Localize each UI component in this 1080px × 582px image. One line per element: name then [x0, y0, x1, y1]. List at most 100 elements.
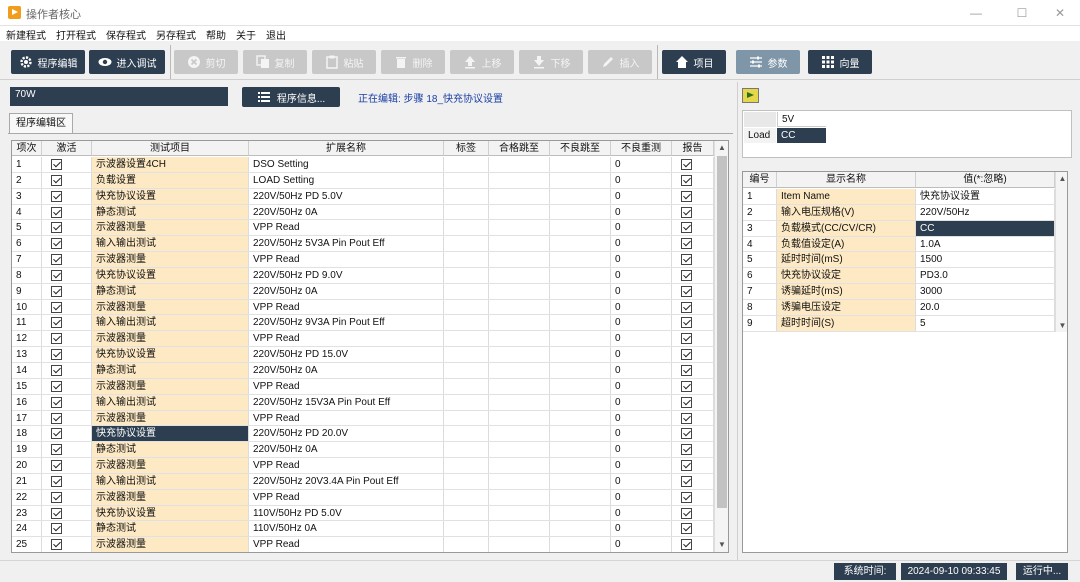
cell-no[interactable]: 2: [12, 172, 42, 188]
cell-empty[interactable]: [444, 331, 489, 347]
checkbox-checked-icon[interactable]: [51, 491, 62, 503]
column-header[interactable]: 编号: [743, 172, 777, 188]
cell-empty[interactable]: [550, 188, 611, 204]
cell-retest[interactable]: 0: [611, 283, 672, 299]
checkbox-checked-icon[interactable]: [681, 206, 692, 218]
cell-empty[interactable]: [550, 252, 611, 267]
active-checkbox-cell[interactable]: [42, 489, 92, 505]
cell-empty[interactable]: [444, 172, 489, 188]
checkbox-checked-icon[interactable]: [51, 364, 62, 376]
report-checkbox-cell[interactable]: [672, 267, 714, 283]
column-header[interactable]: 合格跳至: [489, 141, 550, 156]
cell-retest[interactable]: 0: [611, 537, 672, 552]
run-flag-icon[interactable]: [742, 88, 759, 103]
insert-button[interactable]: 插入: [588, 50, 652, 74]
cell-no[interactable]: 6: [12, 236, 42, 252]
report-checkbox-cell[interactable]: [672, 442, 714, 458]
cell-empty[interactable]: [444, 283, 489, 299]
table-row[interactable]: 13 快充协议设置 220V/50Hz PD 15.0V 0: [12, 347, 714, 363]
parameter-row[interactable]: 6 快充协议设定 PD3.0: [743, 268, 1055, 285]
report-checkbox-cell[interactable]: [672, 172, 714, 188]
cell-empty[interactable]: [444, 267, 489, 283]
cell-empty[interactable]: [550, 283, 611, 299]
checkbox-checked-icon[interactable]: [51, 475, 62, 487]
parameter-row[interactable]: 1 Item Name 快充协议设置: [743, 189, 1055, 205]
active-checkbox-cell[interactable]: [42, 267, 92, 283]
cell-empty[interactable]: [489, 537, 550, 552]
report-checkbox-cell[interactable]: [672, 410, 714, 426]
active-checkbox-cell[interactable]: [42, 442, 92, 458]
program-info-button[interactable]: 程序信息...: [242, 87, 340, 107]
table-row[interactable]: 25 示波器测量 VPP Read 0: [12, 537, 714, 552]
vector-button[interactable]: 向量: [808, 50, 872, 74]
table-row[interactable]: 16 输入输出测试 220V/50Hz 15V3A Pin Pout Eff 0: [12, 394, 714, 411]
table-row[interactable]: 20 示波器测量 VPP Read 0: [12, 458, 714, 474]
copy-button[interactable]: 复制: [243, 50, 307, 74]
cell-retest[interactable]: 0: [611, 505, 672, 521]
cell-empty[interactable]: [489, 220, 550, 236]
cell-empty[interactable]: [444, 236, 489, 252]
cell-ext[interactable]: 220V/50Hz 0A: [249, 283, 444, 299]
cell-item[interactable]: 输入输出测试: [92, 236, 249, 252]
cell-ext[interactable]: DSO Setting: [249, 157, 444, 172]
checkbox-checked-icon[interactable]: [681, 269, 692, 281]
cell-ext[interactable]: 110V/50Hz 0A: [249, 521, 444, 537]
cell-ext[interactable]: 220V/50Hz 5V3A Pin Pout Eff: [249, 236, 444, 252]
cell-empty[interactable]: [550, 537, 611, 552]
cell-ext[interactable]: VPP Read: [249, 252, 444, 267]
param-value[interactable]: 220V/50Hz: [916, 204, 1055, 220]
cell-no[interactable]: 17: [12, 410, 42, 426]
cell-empty[interactable]: [489, 505, 550, 521]
active-checkbox-cell[interactable]: [42, 505, 92, 521]
cell-empty[interactable]: [489, 283, 550, 299]
report-checkbox-cell[interactable]: [672, 236, 714, 252]
cell-empty[interactable]: [444, 505, 489, 521]
checkbox-checked-icon[interactable]: [51, 238, 62, 250]
cell-empty[interactable]: [489, 347, 550, 362]
cell-empty[interactable]: [489, 188, 550, 204]
cell-retest[interactable]: 0: [611, 299, 672, 315]
cell-ext[interactable]: VPP Read: [249, 410, 444, 426]
cell-item[interactable]: 输入输出测试: [92, 394, 249, 410]
cell-empty[interactable]: [444, 442, 489, 458]
program-edit-button[interactable]: 程序编辑: [11, 50, 85, 74]
checkbox-checked-icon[interactable]: [681, 444, 692, 456]
cell-item[interactable]: 静态测试: [92, 362, 249, 378]
checkbox-checked-icon[interactable]: [51, 396, 62, 408]
checkbox-checked-icon[interactable]: [51, 254, 62, 266]
cell-ext[interactable]: 220V/50Hz 0A: [249, 442, 444, 458]
checkbox-checked-icon[interactable]: [681, 380, 692, 392]
cell-item[interactable]: 静态测试: [92, 204, 249, 220]
cell-empty[interactable]: [444, 458, 489, 473]
parameter-scrollbar[interactable]: ▲ ▼: [1055, 172, 1067, 332]
checkbox-checked-icon[interactable]: [681, 364, 692, 376]
cell-no[interactable]: 13: [12, 347, 42, 362]
cell-retest[interactable]: 0: [611, 188, 672, 204]
report-checkbox-cell[interactable]: [672, 426, 714, 442]
cell-item[interactable]: 输入输出测试: [92, 315, 249, 331]
active-checkbox-cell[interactable]: [42, 157, 92, 172]
tab-program-edit[interactable]: 程序编辑区: [9, 113, 73, 133]
parameter-row[interactable]: 5 延时时间(mS) 1500: [743, 252, 1055, 269]
cell-item[interactable]: 快充协议设置: [92, 188, 249, 204]
table-row[interactable]: 17 示波器测量 VPP Read 0: [12, 410, 714, 427]
table-row[interactable]: 23 快充协议设置 110V/50Hz PD 5.0V 0: [12, 505, 714, 522]
param-value[interactable]: 5: [916, 315, 1055, 331]
menu-save-program[interactable]: 保存程式: [106, 27, 146, 42]
column-header[interactable]: 扩展名称: [249, 141, 444, 156]
report-checkbox-cell[interactable]: [672, 347, 714, 362]
table-row[interactable]: 6 输入输出测试 220V/50Hz 5V3A Pin Pout Eff 0: [12, 236, 714, 253]
checkbox-checked-icon[interactable]: [51, 460, 62, 472]
table-row[interactable]: 12 示波器测量 VPP Read 0: [12, 331, 714, 348]
checkbox-checked-icon[interactable]: [51, 317, 62, 329]
cell-empty[interactable]: [444, 188, 489, 204]
cell-ext[interactable]: VPP Read: [249, 537, 444, 552]
cell-no[interactable]: 15: [12, 378, 42, 394]
menu-help[interactable]: 帮助: [206, 27, 226, 42]
checkbox-checked-icon[interactable]: [681, 238, 692, 250]
checkbox-checked-icon[interactable]: [51, 539, 62, 551]
checkbox-checked-icon[interactable]: [681, 190, 692, 202]
cell-item[interactable]: 输入输出测试: [92, 473, 249, 489]
report-checkbox-cell[interactable]: [672, 378, 714, 394]
cell-empty[interactable]: [444, 252, 489, 267]
